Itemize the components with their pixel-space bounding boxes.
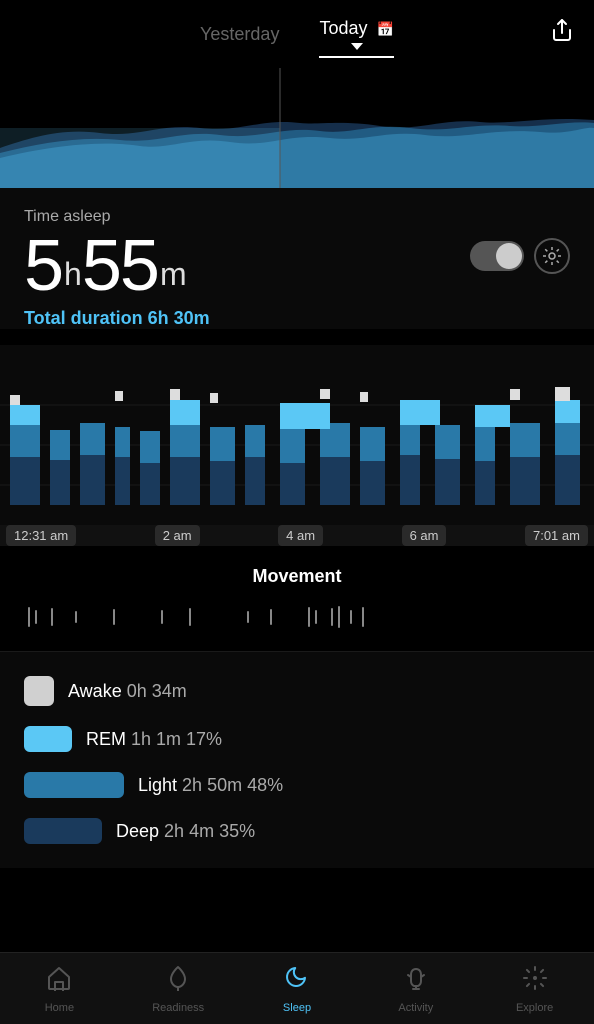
time-asleep-value: 5h 55m bbox=[24, 230, 185, 302]
tab-today[interactable]: Today 📅 bbox=[319, 18, 394, 58]
readiness-icon bbox=[165, 965, 191, 998]
explore-icon bbox=[522, 965, 548, 998]
movement-tick bbox=[350, 610, 352, 624]
legend-item-rem: REM 1h 1m 17% bbox=[24, 726, 570, 752]
time-asleep-label: Time asleep bbox=[24, 208, 570, 226]
home-label: Home bbox=[45, 1002, 74, 1014]
sleep-chart-section: 12:31 am 2 am 4 am 6 am 7:01 am bbox=[0, 345, 594, 546]
movement-bar bbox=[24, 603, 570, 631]
home-icon bbox=[46, 965, 72, 998]
activity-icon bbox=[403, 965, 429, 998]
movement-title: Movement bbox=[24, 566, 570, 587]
toggle-knob bbox=[496, 243, 522, 269]
movement-tick bbox=[331, 608, 333, 626]
header-tabs: Yesterday Today 📅 bbox=[200, 18, 394, 58]
movement-tick bbox=[161, 610, 163, 624]
nav-item-home[interactable]: Home bbox=[0, 953, 119, 1024]
movement-tick bbox=[51, 608, 53, 626]
minutes-unit: m bbox=[160, 258, 185, 290]
awake-swatch bbox=[24, 676, 54, 706]
chart-time-labels: 12:31 am 2 am 4 am 6 am 7:01 am bbox=[0, 525, 594, 546]
tab-yesterday[interactable]: Yesterday bbox=[200, 24, 279, 53]
movement-section: Movement bbox=[0, 546, 594, 651]
time-label-6am: 6 am bbox=[402, 525, 447, 546]
sleep-label: Sleep bbox=[283, 1002, 311, 1014]
calendar-icon: 📅 bbox=[377, 21, 394, 37]
nav-item-sleep[interactable]: Sleep bbox=[238, 953, 357, 1024]
sleep-bar-chart bbox=[0, 345, 594, 525]
nav-item-activity[interactable]: Activity bbox=[356, 953, 475, 1024]
legend-item-awake: Awake 0h 34m bbox=[24, 676, 570, 706]
minutes-value: 55 bbox=[82, 230, 158, 302]
movement-tick bbox=[338, 606, 340, 628]
sleep-icon bbox=[284, 965, 310, 998]
deep-label: Deep 2h 4m 35% bbox=[116, 821, 255, 842]
movement-tick bbox=[28, 607, 30, 627]
header: Yesterday Today 📅 bbox=[0, 0, 594, 58]
time-label-2am: 2 am bbox=[155, 525, 200, 546]
movement-tick bbox=[35, 610, 37, 624]
readiness-label: Readiness bbox=[152, 1002, 204, 1014]
share-button[interactable] bbox=[550, 18, 574, 48]
light-swatch bbox=[24, 772, 124, 798]
movement-tick bbox=[75, 611, 77, 623]
hours-value: 5 bbox=[24, 230, 62, 302]
time-label-start: 12:31 am bbox=[6, 525, 76, 546]
nav-item-readiness[interactable]: Readiness bbox=[119, 953, 238, 1024]
legend-item-deep: Deep 2h 4m 35% bbox=[24, 818, 570, 844]
movement-tick bbox=[189, 608, 191, 626]
movement-tick bbox=[113, 609, 115, 625]
rem-label: REM 1h 1m 17% bbox=[86, 729, 222, 750]
awake-label: Awake 0h 34m bbox=[68, 681, 187, 702]
bottom-nav: Home Readiness Sleep bbox=[0, 952, 594, 1024]
settings-button[interactable] bbox=[534, 238, 570, 274]
rem-swatch bbox=[24, 726, 72, 752]
total-duration: Total duration 6h 30m bbox=[24, 308, 570, 329]
toggle-button[interactable] bbox=[470, 241, 524, 271]
activity-label: Activity bbox=[398, 1002, 433, 1014]
movement-tick bbox=[362, 607, 364, 627]
nav-item-explore[interactable]: Explore bbox=[475, 953, 594, 1024]
time-label-4am: 4 am bbox=[278, 525, 323, 546]
light-label: Light 2h 50m 48% bbox=[138, 775, 283, 796]
explore-label: Explore bbox=[516, 1002, 553, 1014]
movement-tick bbox=[315, 610, 317, 624]
movement-tick bbox=[270, 609, 272, 625]
legend-section: Awake 0h 34m REM 1h 1m 17% Light 2h 50m … bbox=[0, 651, 594, 868]
deep-swatch bbox=[24, 818, 102, 844]
sleep-stats-section: Time asleep 5h 55m Total duration 6h 30m bbox=[0, 188, 594, 329]
hours-unit: h bbox=[64, 258, 80, 290]
movement-tick bbox=[247, 611, 249, 623]
legend-item-light: Light 2h 50m 48% bbox=[24, 772, 570, 798]
movement-tick bbox=[308, 607, 310, 627]
wave-chart bbox=[0, 68, 594, 188]
time-label-end: 7:01 am bbox=[525, 525, 588, 546]
